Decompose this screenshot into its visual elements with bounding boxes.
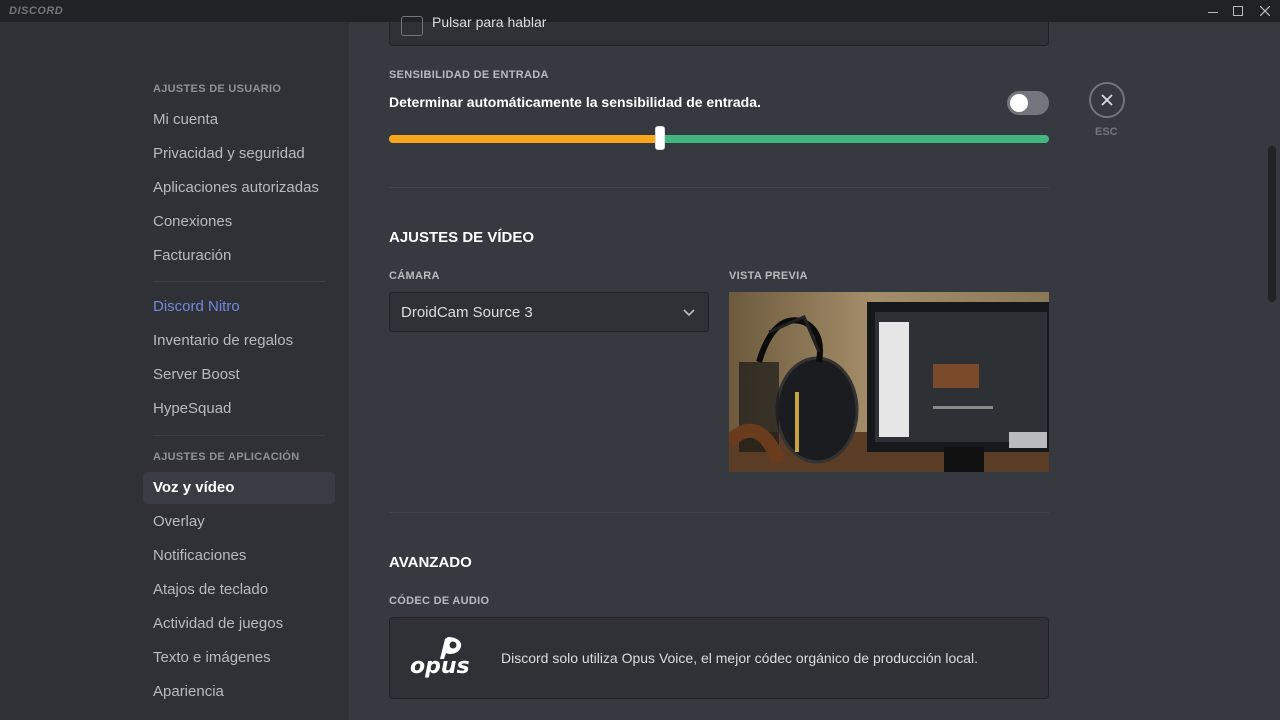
app-settings-header: AJUSTES DE APLICACIÓN bbox=[153, 451, 300, 463]
input-sensitivity-label: SENSIBILIDAD DE ENTRADA bbox=[389, 69, 549, 81]
sidebar-item-nitro[interactable]: Discord Nitro bbox=[143, 291, 335, 323]
sidebar-item-connections[interactable]: Conexiones bbox=[143, 206, 335, 238]
scrollbar-thumb[interactable] bbox=[1268, 146, 1276, 302]
title-bar: DISCORD bbox=[0, 0, 1280, 22]
auto-sensitivity-toggle[interactable] bbox=[1007, 91, 1049, 115]
chevron-down-icon bbox=[683, 309, 695, 317]
sidebar-item-overlay[interactable]: Overlay bbox=[143, 506, 335, 538]
push-to-talk-label: Pulsar para hablar bbox=[432, 14, 547, 30]
push-to-talk-radio[interactable] bbox=[401, 16, 423, 36]
camera-preview-image bbox=[729, 292, 1049, 472]
audio-codec-label: CÓDEC DE AUDIO bbox=[389, 595, 490, 607]
sidebar-item-server-boost[interactable]: Server Boost bbox=[143, 359, 335, 391]
sidebar-item-keybinds[interactable]: Atajos de teclado bbox=[143, 574, 335, 606]
esc-label: ESC bbox=[1095, 126, 1118, 138]
sidebar-item-voice-video[interactable]: Voz y vídeo bbox=[143, 472, 335, 504]
opus-logo-text: opus bbox=[410, 654, 470, 679]
section-divider bbox=[389, 512, 1049, 513]
video-preview bbox=[729, 292, 1049, 472]
camera-select[interactable]: DroidCam Source 3 bbox=[389, 292, 709, 332]
opus-logo: opus bbox=[408, 635, 482, 683]
maximize-button[interactable] bbox=[1225, 0, 1251, 22]
sidebar-item-my-account[interactable]: Mi cuenta bbox=[143, 104, 335, 136]
settings-content: Pulsar para hablar SENSIBILIDAD DE ENTRA… bbox=[349, 14, 1280, 720]
camera-label: CÁMARA bbox=[389, 270, 440, 282]
sidebar-item-authorized-apps[interactable]: Aplicaciones autorizadas bbox=[143, 172, 335, 204]
sidebar-separator bbox=[153, 281, 325, 282]
auto-sensitivity-text: Determinar automáticamente la sensibilid… bbox=[389, 94, 761, 110]
sidebar-item-privacy[interactable]: Privacidad y seguridad bbox=[143, 138, 335, 170]
user-settings-header: AJUSTES DE USUARIO bbox=[153, 83, 282, 95]
sensitivity-slider-handle[interactable] bbox=[654, 126, 665, 150]
close-icon bbox=[1101, 94, 1113, 106]
video-settings-title: AJUSTES DE VÍDEO bbox=[389, 229, 535, 246]
close-settings-button[interactable] bbox=[1089, 82, 1125, 118]
sidebar-item-appearance[interactable]: Apariencia bbox=[143, 676, 335, 708]
maximize-icon bbox=[1233, 6, 1243, 16]
sidebar-item-billing[interactable]: Facturación bbox=[143, 240, 335, 272]
audio-codec-box: opus Discord solo utiliza Opus Voice, el… bbox=[389, 617, 1049, 699]
minimize-icon bbox=[1208, 11, 1218, 13]
close-icon bbox=[1260, 6, 1270, 16]
opus-logo-icon: opus bbox=[410, 637, 470, 679]
scrollbar-track[interactable] bbox=[1267, 22, 1277, 720]
sidebar-item-text-images[interactable]: Texto e imágenes bbox=[143, 642, 335, 674]
sensitivity-slider[interactable] bbox=[389, 135, 1049, 143]
settings-sidebar: AJUSTES DE USUARIO Mi cuenta Privacidad … bbox=[0, 22, 349, 720]
close-window-button[interactable] bbox=[1252, 0, 1278, 22]
minimize-button[interactable] bbox=[1200, 0, 1226, 22]
preview-label: VISTA PREVIA bbox=[729, 270, 808, 282]
section-divider bbox=[389, 187, 1049, 188]
toggle-knob bbox=[1010, 94, 1028, 112]
advanced-title: AVANZADO bbox=[389, 554, 472, 571]
sidebar-item-gift-inventory[interactable]: Inventario de regalos bbox=[143, 325, 335, 357]
sidebar-item-notifications[interactable]: Notificaciones bbox=[143, 540, 335, 572]
sidebar-item-hypesquad[interactable]: HypeSquad bbox=[143, 393, 335, 425]
sidebar-separator bbox=[153, 435, 325, 436]
camera-select-value: DroidCam Source 3 bbox=[401, 304, 533, 321]
sidebar-item-game-activity[interactable]: Actividad de juegos bbox=[143, 608, 335, 640]
app-brand: DISCORD bbox=[9, 5, 64, 17]
push-to-talk-option[interactable]: Pulsar para hablar bbox=[389, 14, 1049, 46]
audio-codec-text: Discord solo utiliza Opus Voice, el mejo… bbox=[501, 650, 979, 666]
sensitivity-slider-fill bbox=[389, 135, 660, 143]
